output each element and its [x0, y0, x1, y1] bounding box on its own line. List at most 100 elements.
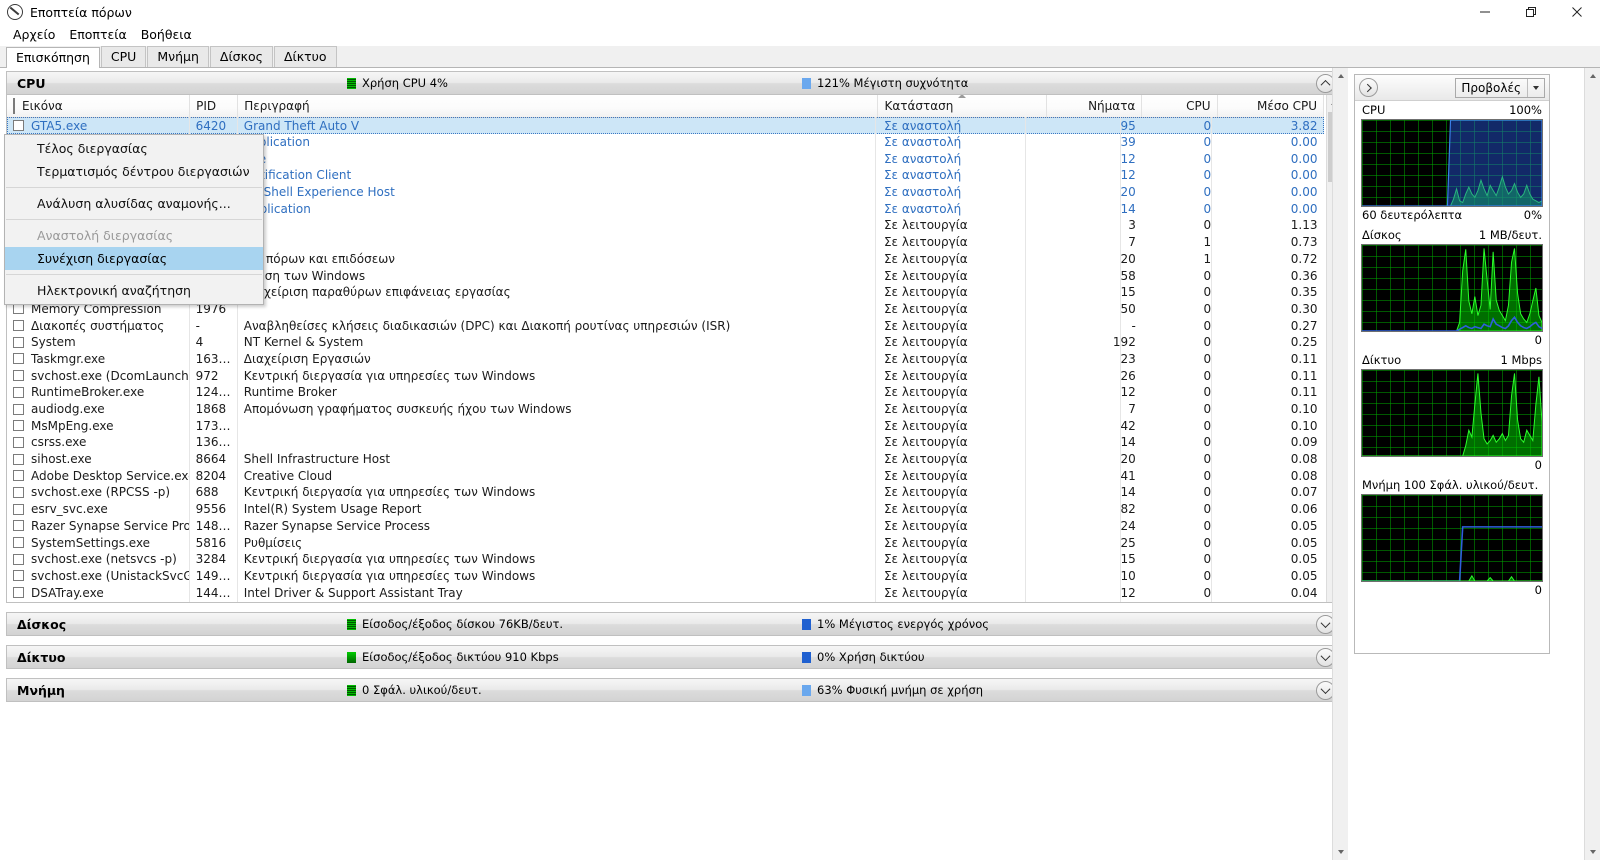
scroll-down-button[interactable] [1585, 844, 1600, 860]
row-checkbox[interactable] [13, 520, 24, 531]
cell-image[interactable]: RuntimeBroker.exe [7, 384, 190, 401]
table-row[interactable]: csrss.exe13636Σε λειτουργία1400.09 [7, 434, 1324, 451]
table-row[interactable]: DSATray.exe14416Intel Driver & Support A… [7, 584, 1324, 601]
table-row[interactable]: RuntimeBroker.exe12436Runtime BrokerΣε λ… [7, 384, 1324, 401]
table-row[interactable]: Διακοπές συστήματος-Αναβληθείσες κλήσεις… [7, 317, 1324, 334]
table-row[interactable]: System4NT Kernel & SystemΣε λειτουργία19… [7, 334, 1324, 351]
minimize-button[interactable] [1462, 0, 1508, 24]
cell-image[interactable]: svchost.exe (UnistackSvcGro... [7, 568, 190, 585]
context-menu-item[interactable]: Τερματισμός δέντρου διεργασιών [5, 160, 263, 183]
tab-disk[interactable]: Δίσκος [210, 46, 273, 67]
section-header-memory[interactable]: Μνήμη0 Σφάλ. υλικού/δευτ.63% Φυσική μνήμ… [6, 678, 1342, 702]
page-vertical-scrollbar[interactable] [1584, 68, 1600, 860]
row-checkbox[interactable] [13, 120, 24, 131]
graph-canvas-0 [1361, 119, 1543, 207]
cell-image[interactable]: esrv_svc.exe [7, 501, 190, 518]
row-checkbox[interactable] [13, 587, 24, 598]
tab-cpu[interactable]: CPU [101, 46, 146, 67]
context-menu-item[interactable]: Τέλος διεργασίας [5, 137, 263, 160]
process-context-menu[interactable]: Τέλος διεργασίαςΤερματισμός δέντρου διερ… [4, 134, 264, 305]
context-menu-item[interactable]: Συνέχιση διεργασίας [5, 247, 263, 270]
tab-memory[interactable]: Μνήμη [147, 46, 209, 67]
table-row[interactable]: sihost.exe8664Shell Infrastructure HostΣ… [7, 451, 1324, 468]
cell-image[interactable]: svchost.exe (DcomLaunch -p) [7, 367, 190, 384]
row-checkbox[interactable] [13, 437, 24, 448]
row-checkbox[interactable] [13, 404, 24, 415]
row-checkbox[interactable] [13, 487, 24, 498]
cell-image[interactable]: System [7, 334, 190, 351]
row-checkbox[interactable] [13, 470, 24, 481]
cell-image[interactable]: Adobe Desktop Service.exe [7, 467, 190, 484]
views-dropdown[interactable]: Προβολές [1455, 78, 1545, 98]
select-all-checkbox[interactable] [13, 98, 15, 114]
cell-image[interactable]: Taskmgr.exe [7, 351, 190, 368]
scroll-up-button[interactable] [1333, 68, 1348, 84]
column-header-pid[interactable]: PID [190, 95, 238, 117]
row-checkbox[interactable] [13, 370, 24, 381]
table-row[interactable]: GTA5.exe6420Grand Theft Auto VΣε αναστολ… [7, 117, 1324, 134]
row-checkbox[interactable] [13, 420, 24, 431]
column-header-avg-cpu[interactable]: Μέσο CPU [1217, 95, 1323, 117]
cell-image[interactable]: DSATray.exe [7, 584, 190, 601]
cell-pid: 9556 [190, 501, 238, 518]
views-dropdown-arrow[interactable] [1527, 79, 1539, 97]
cell-status: Σε λειτουργία [878, 584, 1047, 601]
graph-plot [1362, 370, 1542, 456]
cell-threads: 39 [1047, 134, 1142, 151]
row-checkbox[interactable] [13, 570, 24, 581]
cell-image[interactable]: csrss.exe [7, 434, 190, 451]
menu-item-help[interactable]: Βοήθεια [134, 26, 199, 43]
maximize-button[interactable] [1508, 0, 1554, 24]
main-vertical-scrollbar[interactable] [1332, 68, 1348, 860]
cell-image[interactable]: Διακοπές συστήματος [7, 317, 190, 334]
context-menu-item[interactable]: Ηλεκτρονική αναζήτηση [5, 279, 263, 302]
cell-image[interactable]: audiodg.exe [7, 401, 190, 418]
tab-network[interactable]: Δίκτυο [274, 46, 337, 67]
section-header-network[interactable]: ΔίκτυοΕίσοδος/έξοδος δικτύου 910 Kbps0% … [6, 645, 1342, 669]
column-header-cpu[interactable]: CPU [1142, 95, 1217, 117]
cell-status: Σε λειτουργία [878, 217, 1047, 234]
cell-image[interactable]: Razer Synapse Service Proce... [7, 518, 190, 535]
row-checkbox[interactable] [13, 504, 24, 515]
cell-image[interactable]: GTA5.exe [7, 117, 190, 134]
menu-item-monitor[interactable]: Εποπτεία [62, 26, 133, 43]
table-row[interactable]: MsMpEng.exe17380Σε λειτουργία4200.10 [7, 417, 1324, 434]
table-row[interactable]: audiodg.exe1868Απομόνωση γραφήματος συσκ… [7, 401, 1324, 418]
row-checkbox[interactable] [13, 320, 24, 331]
table-row[interactable]: svchost.exe (UnistackSvcGro...14932Κεντρ… [7, 568, 1324, 585]
process-name: svchost.exe (UnistackSvcGro... [31, 569, 190, 583]
row-checkbox[interactable] [13, 337, 24, 348]
column-header-status[interactable]: Κατάσταση [878, 95, 1047, 117]
cell-image[interactable]: SystemSettings.exe [7, 534, 190, 551]
close-button[interactable] [1554, 0, 1600, 24]
row-checkbox[interactable] [13, 387, 24, 398]
table-row[interactable]: svchost.exe (DcomLaunch -p)972Κεντρική δ… [7, 367, 1324, 384]
cell-image[interactable]: svchost.exe (RPCSS -p) [7, 484, 190, 501]
menu-item-file[interactable]: Αρχείο [6, 26, 62, 43]
scroll-up-button[interactable] [1585, 68, 1600, 84]
table-row[interactable]: svchost.exe (netsvcs -p)3284Κεντρική διε… [7, 551, 1324, 568]
panel-expand-button[interactable] [1359, 78, 1378, 97]
table-row[interactable]: svchost.exe (RPCSS -p)688Κεντρική διεργα… [7, 484, 1324, 501]
scroll-down-button[interactable] [1333, 844, 1349, 860]
table-row[interactable]: Adobe Desktop Service.exe8204Creative Cl… [7, 467, 1324, 484]
column-header-description[interactable]: Περιγραφή [238, 95, 878, 117]
row-checkbox[interactable] [13, 537, 24, 548]
table-row[interactable]: esrv_svc.exe9556Intel(R) System Usage Re… [7, 501, 1324, 518]
column-header-threads[interactable]: Νήματα [1047, 95, 1142, 117]
table-row[interactable]: Razer Synapse Service Proce...14872Razer… [7, 518, 1324, 535]
context-menu-item[interactable]: Ανάλυση αλυσίδας αναμονής... [5, 192, 263, 215]
cell-image[interactable]: sihost.exe [7, 451, 190, 468]
cell-image[interactable]: MsMpEng.exe [7, 417, 190, 434]
table-row[interactable]: SystemSettings.exe5816ΡυθμίσειςΣε λειτου… [7, 534, 1324, 551]
tab-overview[interactable]: Επισκόπηση [6, 47, 100, 68]
row-checkbox[interactable] [13, 303, 24, 314]
column-header-image[interactable]: Εικόνα [7, 95, 190, 117]
row-checkbox[interactable] [13, 353, 24, 364]
cpu-section-header[interactable]: CPU Χρήση CPU 4% 121% Μέγιστη συχνότητα [6, 71, 1342, 95]
cell-image[interactable]: svchost.exe (netsvcs -p) [7, 551, 190, 568]
row-checkbox[interactable] [13, 454, 24, 465]
table-row[interactable]: Taskmgr.exe16368Διαχείριση ΕργασιώνΣε λε… [7, 351, 1324, 368]
section-header-disk[interactable]: ΔίσκοςΕίσοδος/έξοδος δίσκου 76KB/δευτ.1%… [6, 612, 1342, 636]
row-checkbox[interactable] [13, 554, 24, 565]
